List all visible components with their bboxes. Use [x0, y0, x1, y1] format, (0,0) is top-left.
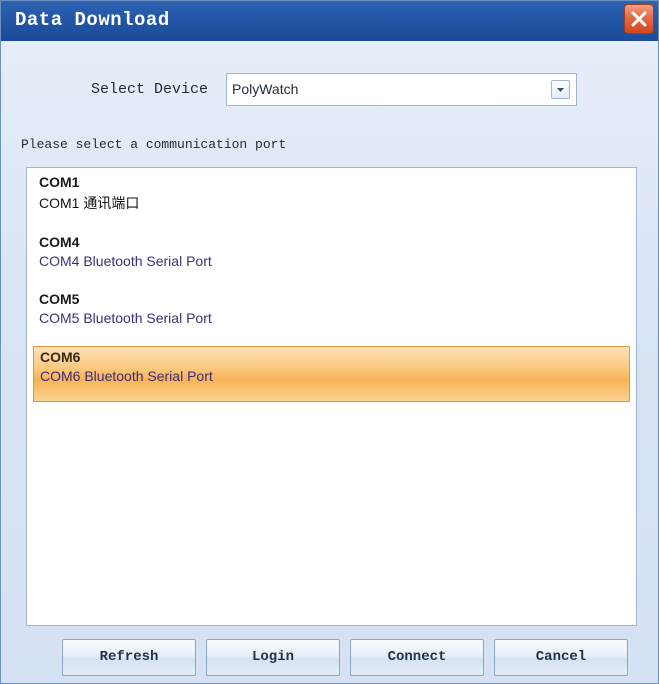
chevron-down-icon [557, 88, 564, 92]
title-bar[interactable]: Data Download [1, 1, 658, 41]
cancel-button[interactable]: Cancel [494, 639, 628, 676]
port-name: COM1 [39, 174, 80, 190]
port-name: COM4 [39, 234, 80, 250]
port-name: COM5 [39, 291, 80, 307]
device-select-value: PolyWatch [232, 81, 299, 97]
data-download-dialog: Data Download Select Device PolyWatch Pl… [0, 0, 659, 684]
port-item-com6[interactable]: COM6 COM6 Bluetooth Serial Port [33, 346, 630, 402]
refresh-button[interactable]: Refresh [62, 639, 196, 676]
login-button[interactable]: Login [206, 639, 340, 676]
port-description: COM5 Bluetooth Serial Port [39, 310, 212, 326]
connect-button[interactable]: Connect [350, 639, 484, 676]
port-description: COM6 Bluetooth Serial Port [40, 368, 213, 384]
port-item-com5[interactable]: COM5 COM5 Bluetooth Serial Port [33, 289, 630, 345]
select-device-label: Select Device [91, 81, 209, 98]
device-select[interactable]: PolyWatch [226, 73, 577, 106]
dialog-body: Select Device PolyWatch Please select a … [1, 41, 658, 683]
port-prompt: Please select a communication port [21, 137, 287, 152]
port-description: COM4 Bluetooth Serial Port [39, 253, 212, 269]
port-description: COM1 通讯端口 [39, 195, 140, 211]
port-name: COM6 [40, 349, 81, 365]
port-item-com4[interactable]: COM4 COM4 Bluetooth Serial Port [33, 232, 630, 288]
device-dropdown-button[interactable] [551, 80, 570, 99]
port-list[interactable]: COM1 COM1 通讯端口 COM4 COM4 Bluetooth Seria… [26, 167, 637, 626]
port-item-com1[interactable]: COM1 COM1 通讯端口 [33, 172, 630, 228]
close-icon [631, 11, 647, 27]
close-button[interactable] [624, 4, 654, 34]
window-title: Data Download [15, 9, 170, 31]
